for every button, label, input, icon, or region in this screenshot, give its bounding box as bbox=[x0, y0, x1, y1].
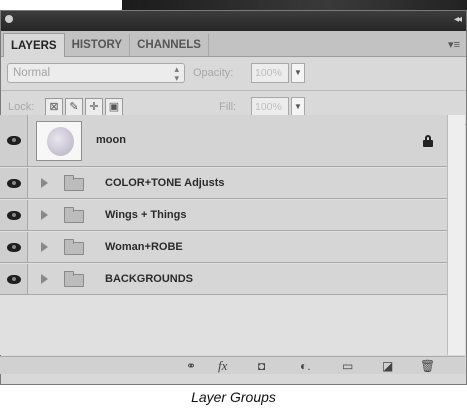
fill-dropdown-button[interactable]: ▼ bbox=[291, 97, 305, 117]
folder-icon bbox=[64, 175, 84, 191]
layer-group-row[interactable]: BACKGROUNDS bbox=[0, 264, 447, 295]
expand-triangle-icon[interactable] bbox=[41, 178, 48, 188]
expand-triangle-icon[interactable] bbox=[41, 274, 48, 284]
adjustment-layer-icon[interactable]: ◐. bbox=[300, 358, 311, 374]
eye-icon bbox=[7, 275, 21, 284]
opacity-dropdown-button[interactable]: ▼ bbox=[291, 63, 305, 83]
add-mask-icon[interactable]: ◘ bbox=[258, 358, 265, 374]
layer-name: moon bbox=[96, 134, 126, 146]
blend-mode-value: Normal bbox=[13, 67, 51, 79]
folder-icon bbox=[64, 239, 84, 255]
visibility-toggle[interactable] bbox=[0, 264, 28, 294]
opacity-input[interactable]: 100% bbox=[251, 63, 289, 83]
tab-history[interactable]: HISTORY bbox=[65, 34, 131, 56]
tab-channels[interactable]: CHANNELS bbox=[130, 34, 209, 56]
group-name: Wings + Things bbox=[105, 209, 187, 221]
figure-caption: Layer Groups bbox=[191, 389, 276, 405]
eye-icon bbox=[7, 211, 21, 220]
blend-options-row: Normal ▴ ▾ Opacity: 100% ▼ bbox=[1, 57, 466, 91]
visibility-toggle[interactable] bbox=[0, 115, 28, 166]
folder-icon bbox=[64, 207, 84, 223]
layer-group-row[interactable]: COLOR+TONE Adjusts bbox=[0, 168, 447, 199]
folder-icon bbox=[64, 271, 84, 287]
link-layers-icon[interactable]: ⚭ bbox=[186, 358, 196, 374]
expand-triangle-icon[interactable] bbox=[41, 242, 48, 252]
lock-position-move-icon[interactable]: ✛ bbox=[85, 98, 103, 116]
layers-list: moon COLOR+TONE Adjusts Wings + Things W… bbox=[0, 115, 447, 355]
photo-strip bbox=[122, 0, 467, 10]
visibility-toggle[interactable] bbox=[0, 200, 28, 230]
layers-bottom-toolbar: ⚭ fx ◘ ◐. ▭ ◪ 🗑 bbox=[0, 356, 465, 374]
lock-all-icon[interactable]: ▣ bbox=[105, 98, 123, 116]
panel-menu-icon[interactable]: ▾≡ bbox=[448, 38, 460, 51]
panel-title-bar[interactable]: ◂◂ bbox=[1, 11, 466, 31]
fill-input[interactable]: 100% bbox=[251, 97, 289, 117]
moon-thumbnail-image bbox=[47, 127, 74, 156]
eye-icon bbox=[7, 179, 21, 188]
layers-scrollbar[interactable] bbox=[447, 115, 465, 355]
layer-group-row[interactable]: Woman+ROBE bbox=[0, 232, 447, 263]
new-group-icon[interactable]: ▭ bbox=[342, 358, 353, 374]
visibility-toggle[interactable] bbox=[0, 168, 28, 198]
layer-row-moon[interactable]: moon bbox=[0, 115, 447, 167]
visibility-toggle[interactable] bbox=[0, 232, 28, 262]
close-dot-icon[interactable] bbox=[5, 15, 13, 23]
expand-triangle-icon[interactable] bbox=[41, 210, 48, 220]
opacity-label: Opacity: bbox=[193, 67, 234, 79]
tab-layers[interactable]: LAYERS bbox=[3, 33, 65, 57]
lock-label: Lock: bbox=[8, 101, 35, 113]
group-name: BACKGROUNDS bbox=[105, 273, 193, 285]
select-arrows-icon: ▴ ▾ bbox=[174, 64, 179, 83]
panel-tabs: LAYERS HISTORY CHANNELS ▾≡ bbox=[1, 31, 466, 57]
blend-mode-select[interactable]: Normal ▴ ▾ bbox=[7, 63, 185, 83]
collapse-icon[interactable]: ◂◂ bbox=[454, 14, 462, 25]
fill-label: Fill: bbox=[219, 101, 237, 113]
eye-icon bbox=[7, 136, 21, 145]
group-name: COLOR+TONE Adjusts bbox=[105, 177, 225, 189]
new-layer-icon[interactable]: ◪ bbox=[382, 358, 393, 374]
layer-lock-icon bbox=[423, 135, 433, 147]
trash-icon[interactable]: 🗑 bbox=[420, 358, 435, 374]
group-name: Woman+ROBE bbox=[105, 241, 183, 253]
lock-transparency-icon[interactable]: ⊠ bbox=[45, 98, 63, 116]
lock-pixels-brush-icon[interactable]: ✎ bbox=[65, 98, 83, 116]
layer-group-row[interactable]: Wings + Things bbox=[0, 200, 447, 231]
eye-icon bbox=[7, 243, 21, 252]
fx-icon[interactable]: fx bbox=[218, 358, 227, 374]
layer-thumbnail[interactable] bbox=[36, 121, 82, 161]
